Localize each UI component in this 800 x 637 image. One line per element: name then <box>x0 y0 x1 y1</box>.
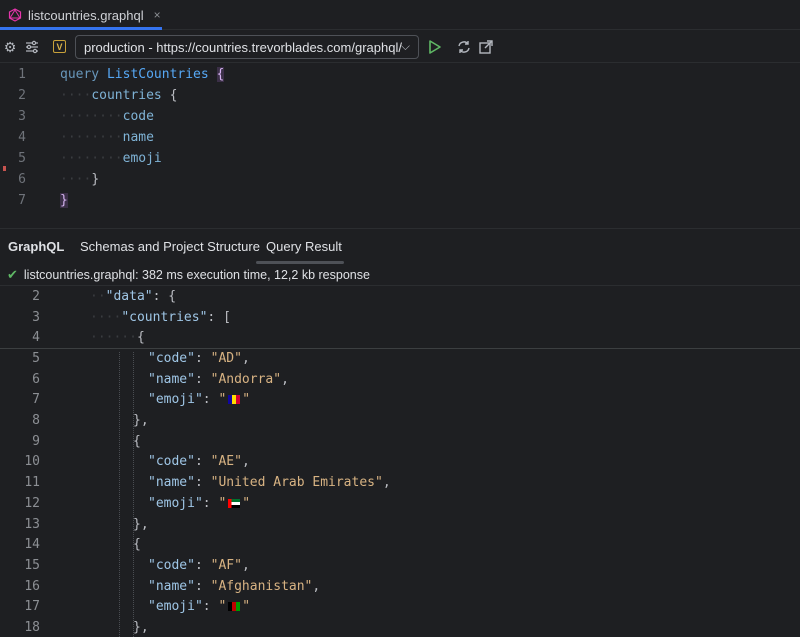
check-icon: ✔ <box>7 266 18 282</box>
run-icon[interactable] <box>428 39 442 55</box>
gear-icon[interactable]: ⚙ <box>2 39 18 55</box>
result-line: 13 }, <box>24 516 149 532</box>
refresh-icon[interactable] <box>456 39 472 55</box>
result-line: 16 "name": "Afghanistan", <box>24 578 321 594</box>
result-line: 11 "name": "United Arab Emirates", <box>24 475 391 491</box>
flag-uae-icon <box>228 498 241 508</box>
line-number: 1 <box>18 67 26 82</box>
tool-window-tabs: GraphQL Schemas and Project Structure Qu… <box>0 228 800 264</box>
tab-query-result[interactable]: Query Result <box>266 239 342 254</box>
tab-graphql[interactable]: GraphQL <box>8 239 64 254</box>
editor-line: 6 ····} <box>18 172 100 187</box>
result-line: 10 "code": "AE", <box>24 454 250 470</box>
variables-badge[interactable]: V <box>53 40 66 53</box>
chevron-down-icon: ⌵ <box>400 39 410 53</box>
endpoint-select[interactable]: production - https://countries.trevorbla… <box>75 35 419 59</box>
editor-tab-bar: listcountries.graphql × <box>0 0 800 30</box>
graphql-icon <box>8 8 22 22</box>
result-line: 12 "emoji": " " <box>24 495 251 511</box>
result-line: 2 ··"data": { <box>32 288 177 304</box>
result-line: 3 ····"countries": [ <box>32 309 231 325</box>
close-icon[interactable]: × <box>154 8 161 22</box>
editor-line: 1 query ListCountries { <box>0 64 800 85</box>
file-tab[interactable]: listcountries.graphql × <box>0 0 162 30</box>
keyword-query: query <box>60 67 100 82</box>
file-tab-label: listcountries.graphql <box>28 7 144 23</box>
query-result-viewer[interactable]: 2 ··"data": { 3 ····"countries": [ 4 ···… <box>0 286 800 637</box>
result-line: 17 "emoji": " " <box>24 599 251 615</box>
result-line: 5 "code": "AD", <box>32 350 250 366</box>
result-line: 15 "code": "AF", <box>24 557 250 573</box>
editor-line: 4 ········name <box>18 130 154 145</box>
flag-afghanistan-icon <box>228 602 241 612</box>
execution-status: ✔ listcountries.graphql: 382 ms executio… <box>0 264 800 286</box>
editor-line: 3 ········code <box>18 109 154 124</box>
result-line: 8 }, <box>32 413 149 429</box>
result-line: 9 { <box>32 433 141 449</box>
tab-schemas[interactable]: Schemas and Project Structure <box>80 239 260 254</box>
result-line: 14 { <box>24 537 141 553</box>
result-line: 7 "emoji": " " <box>32 392 251 408</box>
result-line: 6 "name": "Andorra", <box>32 371 289 387</box>
flag-andorra-icon <box>228 395 241 405</box>
endpoint-label: production - https://countries.trevorbla… <box>84 39 402 55</box>
open-external-icon[interactable] <box>478 39 494 55</box>
editor-line: 2 ····countries { <box>18 88 178 103</box>
result-line: 4 ······{ <box>32 330 145 346</box>
graphql-toolbar: ⚙ V production - https://countries.trevo… <box>0 31 800 63</box>
query-editor[interactable]: 1 query ListCountries { 2 ····countries … <box>0 64 800 228</box>
operation-name: ListCountries <box>106 67 209 82</box>
editor-line: 7 } <box>18 193 68 208</box>
status-text: listcountries.graphql: 382 ms execution … <box>23 267 370 282</box>
active-tab-indicator <box>0 27 162 30</box>
result-line: 18 }, <box>24 620 149 636</box>
editor-line: 5 ········emoji <box>18 151 162 166</box>
sliders-icon[interactable] <box>24 39 40 55</box>
